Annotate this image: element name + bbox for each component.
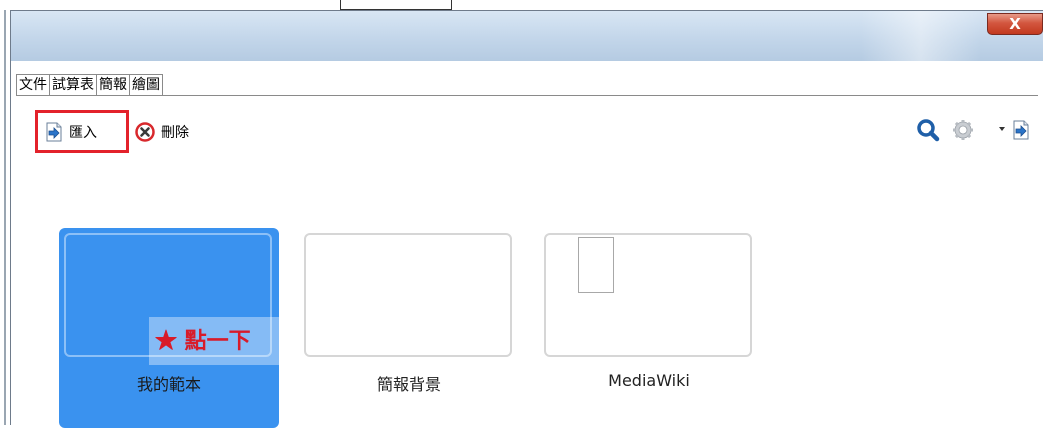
tab-documents[interactable]: 文件: [16, 74, 49, 96]
delete-label: 刪除: [161, 125, 189, 141]
tile-label: 我的範本: [136, 375, 201, 394]
import-highlight-box: [35, 110, 129, 153]
template-tile-mediawiki[interactable]: MediaWiki: [539, 228, 759, 428]
gear-icon[interactable]: [952, 119, 974, 141]
outer-left-edge: [0, 10, 10, 425]
click-annotation: ★ 點一下: [149, 317, 279, 365]
tile-label: 簡報背景: [376, 375, 441, 394]
title-bar[interactable]: X: [11, 11, 1043, 61]
template-tile-presentation-backgrounds[interactable]: 簡報背景: [299, 228, 519, 428]
tab-presentations[interactable]: 簡報: [96, 74, 129, 96]
close-button[interactable]: X: [987, 13, 1043, 35]
document-thumbnail: [578, 237, 614, 293]
tab-bar: 文件 試算表 簡報 繪圖: [16, 74, 163, 96]
import-arrow-icon[interactable]: [1012, 120, 1030, 140]
template-manager-window: X 文件 試算表 簡報 繪圖 匯入 刪除 我的範本 簡報背景 MediaWiki…: [10, 10, 1043, 428]
close-icon: X: [1009, 15, 1021, 33]
delete-button[interactable]: 刪除: [135, 121, 189, 143]
tile-preview: [304, 233, 512, 357]
top-box: [340, 0, 452, 10]
tile-label: MediaWiki: [608, 371, 690, 390]
tab-spreadsheets[interactable]: 試算表: [49, 74, 96, 96]
tile-preview: [544, 233, 752, 357]
search-icon[interactable]: [916, 118, 940, 142]
dropdown-arrow-icon[interactable]: [999, 127, 1005, 132]
top-margin: [0, 0, 1043, 10]
tab-drawings[interactable]: 繪圖: [129, 74, 163, 96]
client-area: 文件 試算表 簡報 繪圖 匯入 刪除 我的範本 簡報背景 MediaWiki ★…: [11, 61, 1043, 428]
delete-circle-x-icon: [135, 122, 155, 142]
